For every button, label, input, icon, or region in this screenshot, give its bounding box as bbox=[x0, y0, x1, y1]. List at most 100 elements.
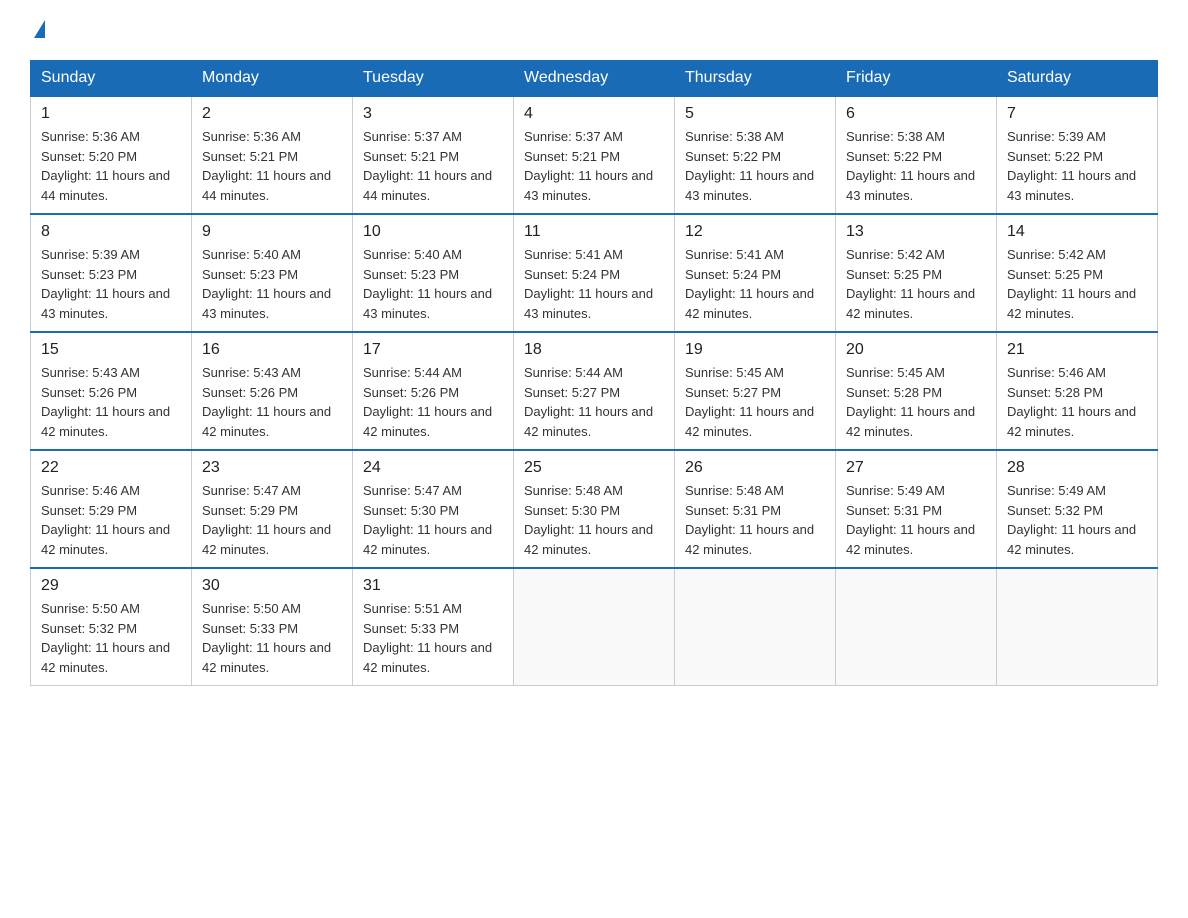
page-header bbox=[30, 20, 1158, 40]
day-info: Sunrise: 5:46 AMSunset: 5:29 PMDaylight:… bbox=[41, 483, 170, 557]
weekday-header-row: SundayMondayTuesdayWednesdayThursdayFrid… bbox=[31, 61, 1158, 97]
day-info: Sunrise: 5:42 AMSunset: 5:25 PMDaylight:… bbox=[1007, 247, 1136, 321]
logo-triangle-icon bbox=[34, 20, 45, 38]
day-info: Sunrise: 5:36 AMSunset: 5:21 PMDaylight:… bbox=[202, 129, 331, 203]
weekday-header-friday: Friday bbox=[836, 61, 997, 97]
week-row-4: 22 Sunrise: 5:46 AMSunset: 5:29 PMDaylig… bbox=[31, 450, 1158, 568]
calendar-cell: 20 Sunrise: 5:45 AMSunset: 5:28 PMDaylig… bbox=[836, 332, 997, 450]
weekday-header-monday: Monday bbox=[192, 61, 353, 97]
calendar-cell: 29 Sunrise: 5:50 AMSunset: 5:32 PMDaylig… bbox=[31, 568, 192, 686]
calendar-cell: 4 Sunrise: 5:37 AMSunset: 5:21 PMDayligh… bbox=[514, 96, 675, 214]
day-number: 11 bbox=[524, 223, 664, 241]
day-info: Sunrise: 5:38 AMSunset: 5:22 PMDaylight:… bbox=[685, 129, 814, 203]
calendar-cell: 7 Sunrise: 5:39 AMSunset: 5:22 PMDayligh… bbox=[997, 96, 1158, 214]
day-info: Sunrise: 5:40 AMSunset: 5:23 PMDaylight:… bbox=[202, 247, 331, 321]
day-info: Sunrise: 5:41 AMSunset: 5:24 PMDaylight:… bbox=[524, 247, 653, 321]
calendar-cell: 23 Sunrise: 5:47 AMSunset: 5:29 PMDaylig… bbox=[192, 450, 353, 568]
week-row-1: 1 Sunrise: 5:36 AMSunset: 5:20 PMDayligh… bbox=[31, 96, 1158, 214]
day-number: 30 bbox=[202, 577, 342, 595]
calendar-cell: 12 Sunrise: 5:41 AMSunset: 5:24 PMDaylig… bbox=[675, 214, 836, 332]
day-number: 16 bbox=[202, 341, 342, 359]
day-info: Sunrise: 5:40 AMSunset: 5:23 PMDaylight:… bbox=[363, 247, 492, 321]
day-info: Sunrise: 5:38 AMSunset: 5:22 PMDaylight:… bbox=[846, 129, 975, 203]
calendar-cell: 14 Sunrise: 5:42 AMSunset: 5:25 PMDaylig… bbox=[997, 214, 1158, 332]
calendar-cell: 2 Sunrise: 5:36 AMSunset: 5:21 PMDayligh… bbox=[192, 96, 353, 214]
calendar-cell bbox=[836, 568, 997, 686]
calendar-cell bbox=[997, 568, 1158, 686]
calendar-cell: 21 Sunrise: 5:46 AMSunset: 5:28 PMDaylig… bbox=[997, 332, 1158, 450]
day-info: Sunrise: 5:43 AMSunset: 5:26 PMDaylight:… bbox=[41, 365, 170, 439]
weekday-header-tuesday: Tuesday bbox=[353, 61, 514, 97]
week-row-5: 29 Sunrise: 5:50 AMSunset: 5:32 PMDaylig… bbox=[31, 568, 1158, 686]
day-number: 5 bbox=[685, 105, 825, 123]
day-number: 22 bbox=[41, 459, 181, 477]
day-number: 29 bbox=[41, 577, 181, 595]
day-number: 12 bbox=[685, 223, 825, 241]
day-number: 20 bbox=[846, 341, 986, 359]
day-number: 2 bbox=[202, 105, 342, 123]
day-info: Sunrise: 5:45 AMSunset: 5:27 PMDaylight:… bbox=[685, 365, 814, 439]
day-info: Sunrise: 5:49 AMSunset: 5:32 PMDaylight:… bbox=[1007, 483, 1136, 557]
day-number: 19 bbox=[685, 341, 825, 359]
day-number: 7 bbox=[1007, 105, 1147, 123]
day-info: Sunrise: 5:36 AMSunset: 5:20 PMDaylight:… bbox=[41, 129, 170, 203]
day-number: 31 bbox=[363, 577, 503, 595]
calendar-cell: 10 Sunrise: 5:40 AMSunset: 5:23 PMDaylig… bbox=[353, 214, 514, 332]
week-row-2: 8 Sunrise: 5:39 AMSunset: 5:23 PMDayligh… bbox=[31, 214, 1158, 332]
calendar-cell: 3 Sunrise: 5:37 AMSunset: 5:21 PMDayligh… bbox=[353, 96, 514, 214]
day-number: 18 bbox=[524, 341, 664, 359]
day-info: Sunrise: 5:47 AMSunset: 5:29 PMDaylight:… bbox=[202, 483, 331, 557]
day-number: 13 bbox=[846, 223, 986, 241]
logo bbox=[30, 20, 45, 40]
calendar-cell: 13 Sunrise: 5:42 AMSunset: 5:25 PMDaylig… bbox=[836, 214, 997, 332]
day-info: Sunrise: 5:50 AMSunset: 5:33 PMDaylight:… bbox=[202, 601, 331, 675]
day-number: 4 bbox=[524, 105, 664, 123]
weekday-header-wednesday: Wednesday bbox=[514, 61, 675, 97]
day-info: Sunrise: 5:39 AMSunset: 5:22 PMDaylight:… bbox=[1007, 129, 1136, 203]
day-info: Sunrise: 5:51 AMSunset: 5:33 PMDaylight:… bbox=[363, 601, 492, 675]
weekday-header-thursday: Thursday bbox=[675, 61, 836, 97]
day-info: Sunrise: 5:49 AMSunset: 5:31 PMDaylight:… bbox=[846, 483, 975, 557]
day-info: Sunrise: 5:39 AMSunset: 5:23 PMDaylight:… bbox=[41, 247, 170, 321]
calendar-cell: 27 Sunrise: 5:49 AMSunset: 5:31 PMDaylig… bbox=[836, 450, 997, 568]
day-number: 17 bbox=[363, 341, 503, 359]
day-info: Sunrise: 5:45 AMSunset: 5:28 PMDaylight:… bbox=[846, 365, 975, 439]
day-number: 27 bbox=[846, 459, 986, 477]
calendar-cell: 15 Sunrise: 5:43 AMSunset: 5:26 PMDaylig… bbox=[31, 332, 192, 450]
calendar-cell: 5 Sunrise: 5:38 AMSunset: 5:22 PMDayligh… bbox=[675, 96, 836, 214]
day-number: 14 bbox=[1007, 223, 1147, 241]
day-info: Sunrise: 5:37 AMSunset: 5:21 PMDaylight:… bbox=[524, 129, 653, 203]
day-number: 23 bbox=[202, 459, 342, 477]
calendar-cell: 9 Sunrise: 5:40 AMSunset: 5:23 PMDayligh… bbox=[192, 214, 353, 332]
day-info: Sunrise: 5:48 AMSunset: 5:30 PMDaylight:… bbox=[524, 483, 653, 557]
day-number: 1 bbox=[41, 105, 181, 123]
calendar-cell: 26 Sunrise: 5:48 AMSunset: 5:31 PMDaylig… bbox=[675, 450, 836, 568]
calendar-cell: 25 Sunrise: 5:48 AMSunset: 5:30 PMDaylig… bbox=[514, 450, 675, 568]
calendar-cell: 16 Sunrise: 5:43 AMSunset: 5:26 PMDaylig… bbox=[192, 332, 353, 450]
day-number: 9 bbox=[202, 223, 342, 241]
day-info: Sunrise: 5:46 AMSunset: 5:28 PMDaylight:… bbox=[1007, 365, 1136, 439]
week-row-3: 15 Sunrise: 5:43 AMSunset: 5:26 PMDaylig… bbox=[31, 332, 1158, 450]
calendar-cell: 28 Sunrise: 5:49 AMSunset: 5:32 PMDaylig… bbox=[997, 450, 1158, 568]
day-info: Sunrise: 5:42 AMSunset: 5:25 PMDaylight:… bbox=[846, 247, 975, 321]
day-info: Sunrise: 5:47 AMSunset: 5:30 PMDaylight:… bbox=[363, 483, 492, 557]
calendar-cell: 31 Sunrise: 5:51 AMSunset: 5:33 PMDaylig… bbox=[353, 568, 514, 686]
day-info: Sunrise: 5:43 AMSunset: 5:26 PMDaylight:… bbox=[202, 365, 331, 439]
day-number: 6 bbox=[846, 105, 986, 123]
calendar-cell: 24 Sunrise: 5:47 AMSunset: 5:30 PMDaylig… bbox=[353, 450, 514, 568]
day-number: 3 bbox=[363, 105, 503, 123]
day-info: Sunrise: 5:37 AMSunset: 5:21 PMDaylight:… bbox=[363, 129, 492, 203]
calendar-cell bbox=[675, 568, 836, 686]
calendar-cell: 22 Sunrise: 5:46 AMSunset: 5:29 PMDaylig… bbox=[31, 450, 192, 568]
calendar-cell: 19 Sunrise: 5:45 AMSunset: 5:27 PMDaylig… bbox=[675, 332, 836, 450]
calendar-cell: 8 Sunrise: 5:39 AMSunset: 5:23 PMDayligh… bbox=[31, 214, 192, 332]
calendar-cell: 18 Sunrise: 5:44 AMSunset: 5:27 PMDaylig… bbox=[514, 332, 675, 450]
day-info: Sunrise: 5:50 AMSunset: 5:32 PMDaylight:… bbox=[41, 601, 170, 675]
day-number: 21 bbox=[1007, 341, 1147, 359]
calendar-cell: 17 Sunrise: 5:44 AMSunset: 5:26 PMDaylig… bbox=[353, 332, 514, 450]
weekday-header-saturday: Saturday bbox=[997, 61, 1158, 97]
day-number: 26 bbox=[685, 459, 825, 477]
day-number: 10 bbox=[363, 223, 503, 241]
calendar-cell: 6 Sunrise: 5:38 AMSunset: 5:22 PMDayligh… bbox=[836, 96, 997, 214]
weekday-header-sunday: Sunday bbox=[31, 61, 192, 97]
